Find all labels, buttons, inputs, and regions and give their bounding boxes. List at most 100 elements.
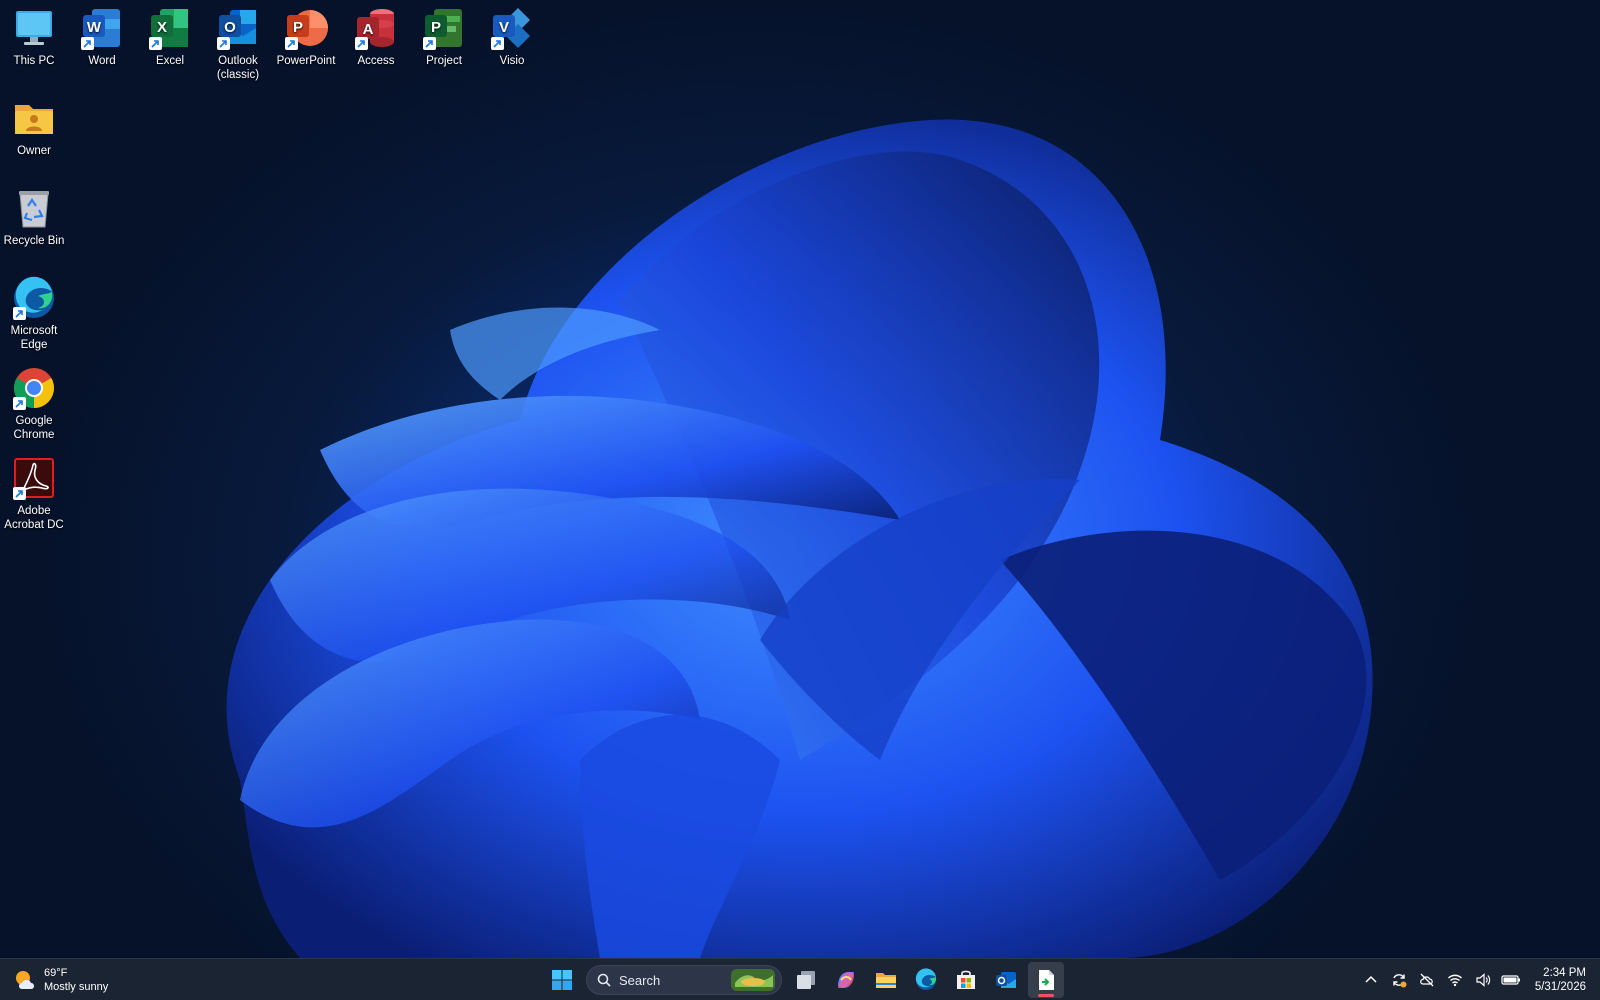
word-icon: W [80, 6, 124, 50]
svg-text:O: O [224, 19, 236, 36]
sync-icon [1393, 974, 1407, 988]
shortcut-arrow-icon [491, 37, 504, 50]
shortcut-arrow-icon [13, 487, 26, 500]
desktop-icon-edge[interactable]: Microsoft Edge [0, 276, 68, 352]
desktop-icon-chrome[interactable]: Google Chrome [0, 366, 68, 442]
project-icon: P [422, 6, 466, 50]
user-folder-icon [12, 96, 56, 140]
weather-condition: Mostly sunny [44, 981, 109, 993]
desktop-icon-label: Google Chrome [13, 415, 55, 441]
shortcut-arrow-icon [149, 37, 162, 50]
weather-widget[interactable]: 69°F Mostly sunny [12, 963, 108, 997]
shortcut-arrow-icon [13, 397, 26, 410]
desktop-icon-recycle-bin[interactable]: Recycle Bin [0, 186, 68, 248]
desktop-icon-outlook[interactable]: O Outlook (classic) [204, 6, 272, 82]
chevron-up-icon [1365, 975, 1377, 983]
desktop-icon-label: Word [88, 55, 116, 67]
volume-button[interactable] [1469, 966, 1497, 994]
onedrive-button[interactable] [1413, 966, 1441, 994]
visio-icon: V [490, 6, 534, 50]
search-input[interactable]: Search [586, 965, 782, 995]
taskbar-center: Search [542, 962, 1066, 998]
desktop-icon-label: Visio [499, 55, 525, 67]
document-app-button[interactable] [1028, 962, 1064, 998]
sun-cloud-icon [16, 971, 34, 989]
svg-text:A: A [363, 21, 374, 38]
shortcut-arrow-icon [13, 307, 26, 320]
system-tray: 2:34 PM 5/31/2026 [1357, 959, 1586, 1000]
desktop-icon-label: Adobe Acrobat DC [4, 505, 64, 531]
desktop-icon-acrobat[interactable]: Adobe Acrobat DC [0, 456, 68, 532]
desktop-icon-label: Recycle Bin [3, 235, 65, 247]
desktop-icon-label: Owner [17, 145, 51, 157]
search-icon [597, 973, 611, 987]
file-explorer-button[interactable] [868, 962, 904, 998]
battery-button[interactable] [1497, 966, 1525, 994]
cloud-offline-icon [1419, 973, 1434, 987]
svg-text:W: W [87, 19, 102, 36]
clock-date: 5/31/2026 [1534, 981, 1586, 993]
outlook-icon: O [216, 6, 260, 50]
desktop-icon-powerpoint[interactable]: P PowerPoint [272, 6, 340, 68]
search-label: Search [619, 972, 661, 988]
svg-text:P: P [293, 19, 303, 36]
volume-icon [1476, 973, 1491, 987]
start-button[interactable] [544, 962, 580, 998]
clock[interactable]: 2:34 PM 5/31/2026 [1535, 966, 1586, 994]
acrobat-icon [12, 456, 56, 500]
desktop-icon-label: Outlook (classic) [216, 55, 260, 81]
battery-icon [1501, 975, 1520, 985]
start-icon [552, 970, 572, 990]
document-app-icon [1039, 970, 1054, 990]
desktop-icon-this-pc[interactable]: This PC [0, 6, 68, 68]
task-view-icon [797, 971, 815, 989]
recycle-bin-icon [12, 186, 56, 230]
sync-status-button[interactable] [1385, 966, 1413, 994]
desktop-icon-label: Access [357, 55, 395, 67]
desktop-icon-label: Project [426, 55, 462, 67]
svg-text:P: P [431, 19, 441, 36]
clock-time: 2:34 PM [1543, 967, 1586, 979]
edge-taskbar-button[interactable] [908, 962, 944, 998]
search-highlight-icon [731, 969, 775, 991]
wallpaper-bloom [226, 119, 1373, 958]
svg-text:X: X [157, 19, 167, 36]
desktop-icon-word[interactable]: W Word [68, 6, 136, 68]
wifi-icon [1447, 974, 1462, 987]
edge-icon [915, 968, 937, 990]
chrome-icon [12, 366, 56, 410]
access-icon: A [354, 6, 398, 50]
desktop-icon-label: Excel [155, 55, 185, 67]
desktop-icon-label: PowerPoint [276, 55, 336, 67]
store-button[interactable] [948, 962, 984, 998]
taskbar: 69°F Mostly sunny Search 2:34 PM 5/31/20… [0, 958, 1600, 1000]
shortcut-arrow-icon [81, 37, 94, 50]
desktop: This PC W Word X Excel O Outlook (classi… [0, 0, 1600, 958]
svg-text:V: V [499, 19, 509, 36]
show-hidden-icons-button[interactable] [1357, 966, 1385, 994]
shortcut-arrow-icon [355, 37, 368, 50]
desktop-icon-label: Microsoft Edge [10, 325, 58, 351]
desktop-icon-label: This PC [13, 55, 55, 67]
outlook-taskbar-button[interactable] [988, 962, 1024, 998]
shortcut-arrow-icon [423, 37, 436, 50]
desktop-icon-visio[interactable]: V Visio [478, 6, 546, 68]
copilot-button[interactable] [828, 962, 864, 998]
shortcut-arrow-icon [217, 37, 230, 50]
network-button[interactable] [1441, 966, 1469, 994]
desktop-icon-excel[interactable]: X Excel [136, 6, 204, 68]
store-icon [957, 970, 975, 989]
copilot-icon [838, 972, 854, 988]
shortcut-arrow-icon [285, 37, 298, 50]
powerpoint-icon: P [284, 6, 328, 50]
file-explorer-icon [876, 973, 896, 988]
desktop-icon-project[interactable]: P Project [410, 6, 478, 68]
weather-temperature: 69°F [44, 967, 68, 979]
outlook-icon [996, 972, 1016, 988]
task-view-button[interactable] [788, 962, 824, 998]
monitor-icon [12, 6, 56, 50]
edge-icon [12, 276, 56, 320]
desktop-icon-access[interactable]: A Access [342, 6, 410, 68]
excel-icon: X [148, 6, 192, 50]
desktop-icon-owner[interactable]: Owner [0, 96, 68, 158]
